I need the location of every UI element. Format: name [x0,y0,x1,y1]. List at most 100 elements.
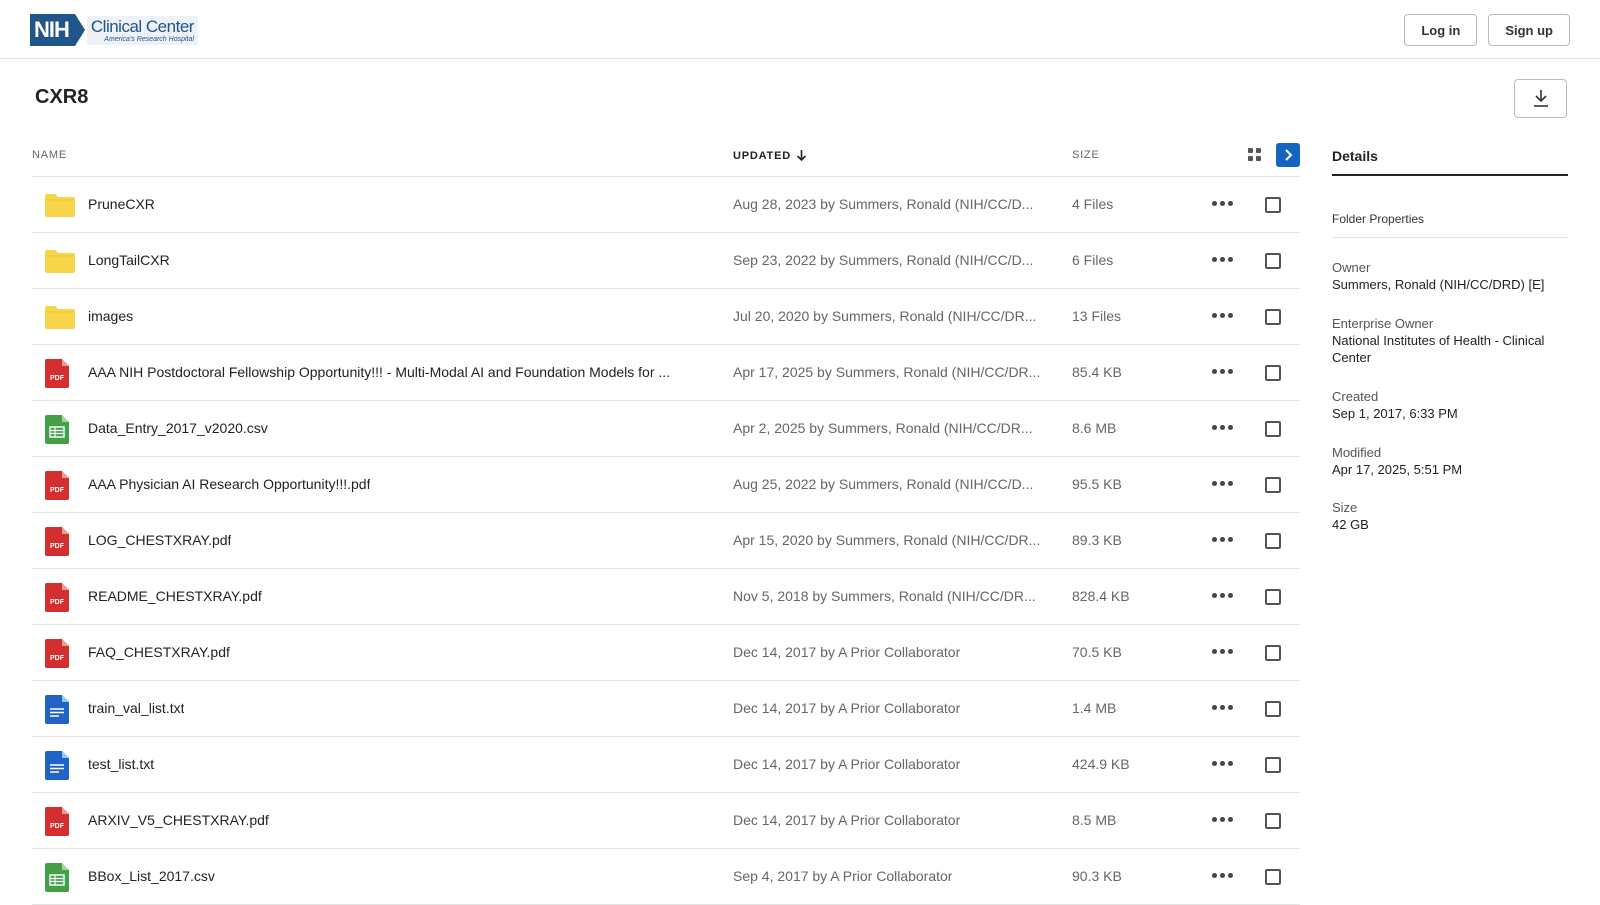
table-row[interactable]: test_list.txt Dec 14, 2017 by A Prior Col… [32,737,1300,793]
size-property: Size 42 GB [1332,500,1568,534]
enterprise-owner-property: Enterprise Owner National Institutes of … [1332,316,1568,367]
file-name[interactable]: AAA Physician AI Research Opportunity!!!… [88,476,370,492]
row-checkbox[interactable] [1265,701,1281,717]
table-header: NAME UPDATED SIZE [32,134,1300,177]
size-label: Size [1332,500,1358,516]
column-header-size[interactable]: SIZE [1072,149,1100,161]
table-row[interactable]: PDF ARXIV_V5_CHESTXRAY.pdf Dec 14, 2017 by… [32,793,1300,849]
file-updated: Sep 4, 2017 by A Prior Collaborator [733,868,953,884]
file-name[interactable]: FAQ_CHESTXRAY.pdf [88,644,230,660]
file-size: 8.6 MB [1072,420,1117,436]
auth-buttons: Log in Sign up [1404,14,1570,46]
folder-icon [44,248,76,277]
file-size: 828.4 KB [1072,588,1130,604]
more-options-icon[interactable] [1212,197,1233,210]
pdf-file-icon: PDF [45,639,69,671]
row-checkbox[interactable] [1265,869,1281,885]
file-name[interactable]: test_list.txt [88,756,154,772]
row-checkbox[interactable] [1265,645,1281,661]
row-checkbox[interactable] [1265,477,1281,493]
more-options-icon[interactable] [1212,589,1233,602]
table-row[interactable]: LongTailCXR Sep 23, 2022 by Summers, Rona… [32,233,1300,289]
table-row[interactable]: PDF AAA Physician AI Research Opportunity… [32,457,1300,513]
more-options-icon[interactable] [1212,533,1233,546]
row-checkbox[interactable] [1265,197,1281,213]
file-updated: Aug 25, 2022 by Summers, Ronald (NIH/CC/… [733,476,1034,492]
svg-text:PDF: PDF [50,375,65,382]
grid-view-icon[interactable] [1248,148,1261,161]
file-name[interactable]: PruneCXR [88,196,155,212]
tab-details[interactable]: Details [1332,134,1568,176]
more-options-icon[interactable] [1212,645,1233,658]
pdf-file-icon: PDF [45,583,69,615]
row-checkbox[interactable] [1265,365,1281,381]
text-file-icon [45,751,69,783]
more-options-icon[interactable] [1212,309,1233,322]
file-name[interactable]: BBox_List_2017.csv [88,868,215,884]
table-row[interactable]: PDF AAA NIH Postdoctoral Fellowship Oppor… [32,345,1300,401]
logo-badge: NIH [30,14,75,46]
row-checkbox[interactable] [1265,253,1281,269]
more-options-icon[interactable] [1212,421,1233,434]
file-name[interactable]: train_val_list.txt [88,700,184,716]
more-options-icon[interactable] [1212,869,1233,882]
file-name[interactable]: images [88,308,133,324]
table-row[interactable]: Data_Entry_2017_v2020.csv Apr 2, 2025 by … [32,401,1300,457]
file-size: 6 Files [1072,252,1114,268]
page-title: CXR8 [35,86,89,108]
sort-down-icon [796,150,807,162]
modified-property: Modified Apr 17, 2025, 5:51 PM [1332,445,1568,479]
table-row[interactable]: PDF README_CHESTXRAY.pdf Nov 5, 2018 by Su… [32,569,1300,625]
file-name[interactable]: LOG_CHESTXRAY.pdf [88,532,231,548]
file-list: NAME UPDATED SIZE PruneCXR Aug 28, 2023 b… [32,134,1300,905]
file-name[interactable]: LongTailCXR [88,252,170,268]
nih-logo[interactable]: NIH Clinical Center America's Research H… [30,14,198,46]
column-header-updated[interactable]: UPDATED [733,149,807,162]
more-options-icon[interactable] [1212,365,1233,378]
row-checkbox[interactable] [1265,421,1281,437]
row-checkbox[interactable] [1265,813,1281,829]
row-checkbox[interactable] [1265,309,1281,325]
file-updated: Dec 14, 2017 by A Prior Collaborator [733,700,961,716]
text-file-icon [45,695,69,727]
more-options-icon[interactable] [1212,701,1233,714]
table-row[interactable]: BBox_List_2017.csv Sep 4, 2017 by A Prior… [32,849,1300,905]
column-header-name[interactable]: NAME [32,149,67,161]
folder-icon [44,192,76,221]
file-name[interactable]: Data_Entry_2017_v2020.csv [88,420,268,436]
table-row[interactable]: images Jul 20, 2020 by Summers, Ronald (N… [32,289,1300,345]
table-row[interactable]: train_val_list.txt Dec 14, 2017 by A Prio… [32,681,1300,737]
file-name[interactable]: README_CHESTXRAY.pdf [88,588,262,604]
table-body: PruneCXR Aug 28, 2023 by Summers, Ronald … [32,177,1300,905]
row-checkbox[interactable] [1265,533,1281,549]
file-name[interactable]: AAA NIH Postdoctoral Fellowship Opportun… [88,364,670,380]
more-options-icon[interactable] [1212,813,1233,826]
column-header-updated-label: UPDATED [733,149,791,162]
table-row[interactable]: PDF LOG_CHESTXRAY.pdf Apr 15, 2020 by Summ… [32,513,1300,569]
logo-text: Clinical Center America's Research Hospi… [86,15,198,45]
signup-button[interactable]: Sign up [1488,14,1570,46]
row-checkbox[interactable] [1265,589,1281,605]
table-row[interactable]: PDF FAQ_CHESTXRAY.pdf Dec 14, 2017 by A Pr… [32,625,1300,681]
table-row[interactable]: PruneCXR Aug 28, 2023 by Summers, Ronald … [32,177,1300,233]
more-options-icon[interactable] [1212,477,1233,490]
details-panel-toggle[interactable] [1276,143,1300,167]
more-options-icon[interactable] [1212,757,1233,770]
svg-text:PDF: PDF [50,543,65,550]
file-name[interactable]: ARXIV_V5_CHESTXRAY.pdf [88,812,269,828]
logo-sub-text: America's Research Hospital [104,35,194,43]
file-updated: Dec 14, 2017 by A Prior Collaborator [733,812,961,828]
file-updated: Dec 14, 2017 by A Prior Collaborator [733,644,961,660]
size-value: 42 GB [1332,517,1369,533]
file-updated: Nov 5, 2018 by Summers, Ronald (NIH/CC/D… [733,588,1036,604]
more-options-icon[interactable] [1212,253,1233,266]
download-button[interactable] [1514,79,1567,118]
login-button[interactable]: Log in [1404,14,1478,46]
modified-label: Modified [1332,444,1382,460]
file-size: 70.5 KB [1072,644,1122,660]
details-panel: Details Folder Properties Owner Summers,… [1332,134,1568,534]
row-checkbox[interactable] [1265,757,1281,773]
file-size: 1.4 MB [1072,700,1117,716]
modified-value: Apr 17, 2025, 5:51 PM [1332,461,1463,477]
enterprise-owner-value: National Institutes of Health - Clinical… [1332,332,1545,365]
